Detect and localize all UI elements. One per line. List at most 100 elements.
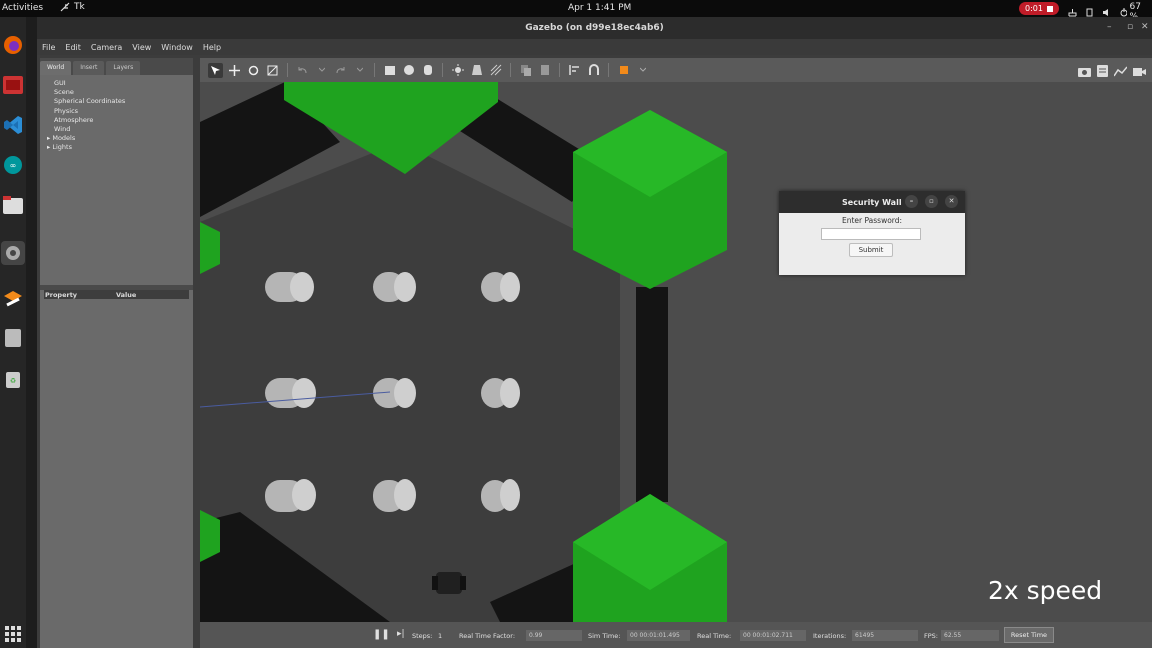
- menu-help[interactable]: Help: [203, 43, 221, 52]
- menu-view[interactable]: View: [132, 43, 151, 52]
- battery-small-icon: [1086, 8, 1093, 16]
- scale-tool-icon[interactable]: [265, 63, 280, 78]
- speed-overlay: 2x speed: [988, 576, 1103, 605]
- tree-item-scene[interactable]: Scene: [54, 88, 193, 97]
- cylinder: [481, 378, 520, 408]
- tree-item-lights[interactable]: ▸ Lights: [47, 143, 193, 152]
- maximize-icon[interactable]: ▫: [1127, 22, 1133, 32]
- rotate-tool-icon[interactable]: [246, 63, 261, 78]
- drive-icon[interactable]: [1, 326, 25, 350]
- select-tool-icon[interactable]: [208, 62, 223, 78]
- firefox-icon[interactable]: [1, 33, 25, 57]
- power-icon: [1120, 7, 1128, 16]
- directional-light-icon[interactable]: [488, 63, 503, 78]
- toolbar-right: [1078, 62, 1146, 81]
- arduino-icon[interactable]: ∞: [1, 153, 25, 177]
- toolbar-separator: [287, 63, 288, 77]
- undo-history-icon[interactable]: [314, 63, 329, 78]
- cylinder: [481, 479, 520, 512]
- cylinder: [265, 272, 314, 302]
- svg-text:♻: ♻: [10, 377, 16, 385]
- steps-label: Steps:: [412, 632, 433, 640]
- network-icon: [1068, 8, 1077, 16]
- menu-window[interactable]: Window: [161, 43, 193, 52]
- tab-layers[interactable]: Layers: [106, 61, 141, 75]
- pause-icon[interactable]: ❚❚: [373, 629, 390, 640]
- tab-insert[interactable]: Insert: [73, 61, 105, 75]
- tree-item-models[interactable]: ▸ Models: [47, 134, 193, 143]
- trash-icon[interactable]: ♻: [1, 367, 25, 391]
- recording-indicator[interactable]: 0:01: [1019, 2, 1059, 15]
- undo-icon[interactable]: [295, 63, 310, 78]
- snap-icon[interactable]: [586, 63, 601, 78]
- paste-icon[interactable]: [537, 63, 552, 78]
- iterations-value: 61495: [852, 630, 918, 641]
- iterations-label: Iterations:: [813, 632, 847, 640]
- screenshot-icon[interactable]: [1078, 62, 1091, 81]
- dialog-maximize-icon[interactable]: ▫: [925, 195, 938, 208]
- tree-item-spherical[interactable]: Spherical Coordinates: [54, 97, 193, 106]
- submit-button[interactable]: Submit: [849, 243, 893, 257]
- align-icon[interactable]: [567, 63, 582, 78]
- files-icon[interactable]: [1, 193, 25, 217]
- dialog-titlebar[interactable]: Security Wall – ▫ ✕: [779, 191, 965, 213]
- point-light-icon[interactable]: [450, 63, 465, 78]
- tree-item-gui[interactable]: GUI: [54, 79, 193, 88]
- cylinder-shape-icon[interactable]: [420, 63, 435, 78]
- cylinder: [373, 272, 416, 302]
- window-titlebar[interactable]: Gazebo (on d99e18ec4ab6) – ▫ ✕: [37, 17, 1152, 39]
- menu-edit[interactable]: Edit: [65, 43, 81, 52]
- redo-icon[interactable]: [333, 63, 348, 78]
- fps-label: FPS:: [924, 632, 938, 640]
- view-angle-dropdown-icon[interactable]: [635, 63, 650, 78]
- terminal-icon[interactable]: [1, 73, 25, 97]
- activities-button[interactable]: Activities: [2, 3, 43, 13]
- redo-history-icon[interactable]: [352, 63, 367, 78]
- tree-item-physics[interactable]: Physics: [54, 107, 193, 116]
- menu-camera[interactable]: Camera: [91, 43, 122, 52]
- sim-time-label: Sim Time:: [588, 632, 621, 640]
- close-icon[interactable]: ✕: [1141, 22, 1149, 32]
- volume-icon: [1102, 8, 1108, 16]
- clock[interactable]: Apr 1 1:41 PM: [568, 3, 631, 13]
- vscode-icon[interactable]: [1, 113, 25, 137]
- scene-render: [200, 82, 1152, 622]
- tree-item-atmosphere[interactable]: Atmosphere: [54, 116, 193, 125]
- svg-text:∞: ∞: [10, 161, 17, 170]
- change-view-icon[interactable]: [616, 63, 631, 78]
- settings-icon[interactable]: [1, 241, 25, 265]
- gazebo-icon[interactable]: [1, 287, 25, 311]
- menu-file[interactable]: File: [42, 43, 55, 52]
- app-name: Tk: [74, 2, 85, 12]
- tree-item-models-label: Models: [52, 134, 76, 143]
- video-record-icon[interactable]: [1133, 62, 1146, 81]
- minimize-icon[interactable]: –: [1107, 22, 1112, 32]
- left-panel: World Insert Layers GUI Scene Spherical …: [40, 58, 193, 648]
- sphere-shape-icon[interactable]: [401, 63, 416, 78]
- password-input[interactable]: [821, 228, 921, 240]
- copy-icon[interactable]: [518, 63, 533, 78]
- toolbar-separator: [608, 63, 609, 77]
- cylinder: [481, 272, 520, 302]
- step-icon[interactable]: ▸|: [397, 629, 405, 639]
- plot-icon[interactable]: [1113, 62, 1128, 81]
- app-grid-icon[interactable]: [1, 622, 25, 646]
- 3d-viewport[interactable]: [200, 82, 1152, 622]
- property-header: Property Value: [44, 290, 189, 299]
- panel-tabs: World Insert Layers: [40, 61, 141, 75]
- steps-spinbox[interactable]: 1: [438, 632, 442, 640]
- log-data-icon[interactable]: [1097, 62, 1108, 81]
- tab-world[interactable]: World: [40, 61, 72, 75]
- menu-bar: File Edit Camera View Window Help: [37, 39, 1152, 55]
- app-menu[interactable]: Tk: [60, 2, 85, 12]
- tree-item-wind[interactable]: Wind: [54, 125, 193, 134]
- spot-light-icon[interactable]: [469, 63, 484, 78]
- real-time-value: 00 00:01:02.711: [740, 630, 806, 641]
- translate-tool-icon[interactable]: [227, 63, 242, 78]
- cylinder: [373, 479, 416, 512]
- password-prompt: Enter Password:: [841, 216, 903, 225]
- reset-time-button[interactable]: Reset Time: [1004, 627, 1054, 643]
- dialog-minimize-icon[interactable]: –: [905, 195, 918, 208]
- box-shape-icon[interactable]: [382, 63, 397, 78]
- dialog-close-icon[interactable]: ✕: [945, 195, 958, 208]
